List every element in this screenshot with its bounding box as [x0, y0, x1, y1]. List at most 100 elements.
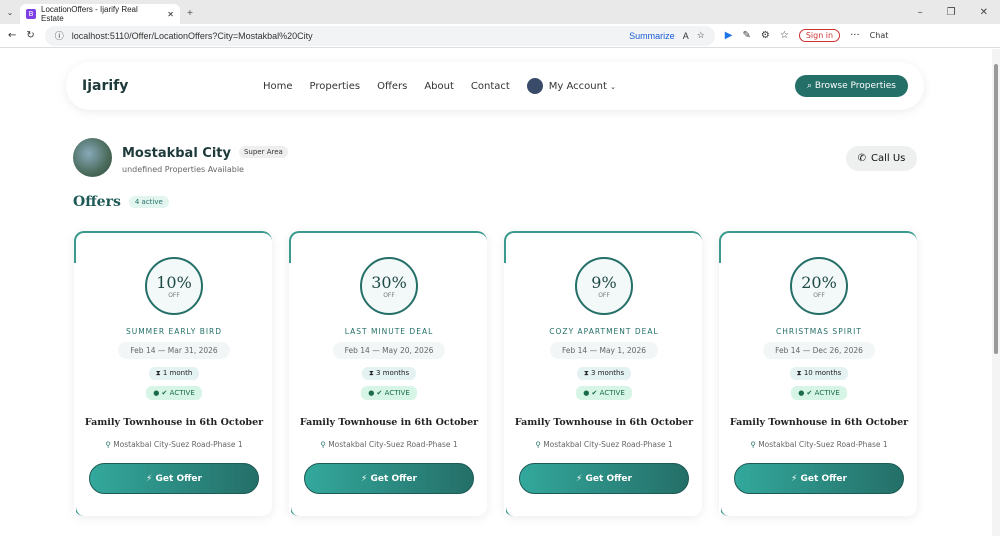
puzzle-icon[interactable]: ⚙	[761, 30, 770, 41]
map-pin-icon: ⚲	[105, 440, 111, 449]
browser-tab[interactable]: B LocationOffers - Ijarify Real Estate ✕	[20, 4, 180, 24]
properties-count: undefined Properties Available	[122, 164, 244, 174]
location-text: Mostakbal City-Suez Road-Phase 1	[113, 440, 243, 449]
nav-contact[interactable]: Contact	[471, 81, 510, 92]
active-count-badge: 4 active	[128, 196, 169, 208]
property-title[interactable]: Family Townhouse in 6th October	[291, 417, 487, 428]
duration-text: 1 month	[162, 369, 193, 377]
property-location: ⚲ Mostakbal City-Suez Road-Phase 1	[721, 440, 917, 449]
favorites-icon[interactable]: ☆	[780, 30, 789, 41]
close-tab-icon[interactable]: ✕	[167, 10, 174, 19]
restore-icon[interactable]: ❐	[947, 7, 956, 18]
property-location: ⚲ Mostakbal City-Suez Road-Phase 1	[506, 440, 702, 449]
favicon-icon: B	[26, 9, 36, 19]
call-us-button[interactable]: ✆ Call Us	[846, 146, 917, 171]
back-icon[interactable]: ←	[8, 30, 16, 41]
nav-about[interactable]: About	[424, 81, 454, 92]
nav-home[interactable]: Home	[263, 81, 293, 92]
discount-percent: 20%	[801, 273, 837, 292]
off-label: OFF	[383, 292, 395, 299]
scrollbar[interactable]	[992, 49, 1000, 536]
lightning-icon: ⚡	[791, 474, 798, 484]
nav-properties[interactable]: Properties	[310, 81, 361, 92]
get-offer-button[interactable]: ⚡ Get Offer	[304, 463, 474, 494]
phone-icon: ✆	[857, 153, 866, 164]
pen-icon[interactable]: ✎	[742, 30, 750, 41]
status-text: ACTIVE	[599, 389, 625, 397]
off-label: OFF	[598, 292, 610, 299]
status-badge: ● ✔ ACTIVE	[576, 386, 632, 400]
get-offer-button[interactable]: ⚡ Get Offer	[519, 463, 689, 494]
url-text[interactable]: localhost:5110/Offer/LocationOffers?City…	[72, 31, 621, 41]
status-text: ACTIVE	[169, 389, 195, 397]
get-offer-label: Get Offer	[800, 474, 847, 484]
chevron-down-icon: ⌄	[610, 83, 616, 91]
my-account-menu[interactable]: My Account ⌄	[526, 78, 616, 94]
discount-circle: 10% OFF	[145, 257, 203, 315]
discount-circle: 20% OFF	[790, 257, 848, 315]
offer-name: LAST MINUTE DEAL	[344, 327, 434, 336]
refresh-icon[interactable]: ↻	[26, 30, 34, 41]
duration-badge: ⧗ 3 months	[576, 367, 632, 380]
minimize-icon[interactable]: –	[918, 7, 923, 18]
location-text: Mostakbal City-Suez Road-Phase 1	[543, 440, 673, 449]
check-circle-icon: ● ✔	[153, 389, 168, 397]
new-tab-icon[interactable]: +	[180, 8, 200, 17]
copilot-chat-button[interactable]: Chat	[870, 31, 889, 40]
scrollbar-thumb[interactable]	[994, 64, 998, 354]
status-text: ACTIVE	[814, 389, 840, 397]
duration-badge: ⧗ 1 month	[148, 367, 200, 380]
map-pin-icon: ⚲	[320, 440, 326, 449]
offer-dates: Feb 14 — Mar 31, 2026	[118, 342, 230, 359]
browse-properties-button[interactable]: ⌕ Browse Properties	[794, 75, 908, 97]
check-circle-icon: ● ✔	[798, 389, 813, 397]
favorite-star-icon[interactable]: ☆	[697, 30, 705, 41]
map-pin-icon: ⚲	[535, 440, 541, 449]
status-text: ACTIVE	[384, 389, 410, 397]
location-text: Mostakbal City-Suez Road-Phase 1	[758, 440, 888, 449]
site-navbar: Ijarify Home Properties Offers About Con…	[66, 62, 924, 110]
get-offer-button[interactable]: ⚡ Get Offer	[734, 463, 904, 494]
lightning-icon: ⚡	[146, 474, 153, 484]
summarize-button[interactable]: Summarize	[629, 31, 675, 41]
discount-circle: 30% OFF	[360, 257, 418, 315]
property-title[interactable]: Family Townhouse in 6th October	[721, 417, 917, 428]
offer-card: 30% OFF LAST MINUTE DEAL Feb 14 — May 20,…	[289, 231, 487, 516]
offer-name: SUMMER EARLY BIRD	[125, 327, 223, 336]
property-title[interactable]: Family Townhouse in 6th October	[506, 417, 702, 428]
extension-icon[interactable]: ▶	[725, 30, 733, 41]
read-aloud-icon[interactable]: A	[683, 31, 689, 41]
duration-text: 10 months	[803, 369, 842, 377]
city-name: Mostakbal City	[122, 145, 231, 161]
get-offer-button[interactable]: ⚡ Get Offer	[89, 463, 259, 494]
area-badge: Super Area	[238, 146, 288, 158]
get-offer-label: Get Offer	[370, 474, 417, 484]
offer-dates: Feb 14 — Dec 26, 2026	[763, 342, 875, 359]
close-window-icon[interactable]: ✕	[980, 7, 988, 18]
duration-text: 3 months	[376, 369, 410, 377]
city-header: Mostakbal City Super Area undefined Prope…	[73, 138, 288, 177]
address-bar-row: ← ↻ ⓘ localhost:5110/Offer/LocationOffer…	[0, 24, 1000, 48]
lightning-icon: ⚡	[576, 474, 583, 484]
offer-dates: Feb 14 — May 1, 2026	[550, 342, 658, 359]
avatar	[526, 78, 543, 94]
site-logo[interactable]: Ijarify	[82, 78, 128, 94]
discount-percent: 10%	[156, 273, 192, 292]
off-label: OFF	[813, 292, 825, 299]
url-field[interactable]: ⓘ localhost:5110/Offer/LocationOffers?Ci…	[44, 25, 715, 46]
tab-list-icon[interactable]: ⌄	[0, 8, 20, 17]
browser-tab-bar: ⌄ B LocationOffers - Ijarify Real Estate…	[0, 0, 1000, 24]
discount-circle: 9% OFF	[575, 257, 633, 315]
offer-card: 9% OFF COZY APARTMENT DEAL Feb 14 — May 1…	[504, 231, 702, 516]
lightning-icon: ⚡	[361, 474, 368, 484]
nav-offers[interactable]: Offers	[377, 81, 407, 92]
offer-card: 10% OFF SUMMER EARLY BIRD Feb 14 — Mar 31…	[74, 231, 272, 516]
sign-in-button[interactable]: Sign in	[798, 29, 841, 42]
duration-badge: ⧗ 10 months	[789, 367, 849, 380]
call-label: Call Us	[871, 153, 906, 164]
more-icon[interactable]: ···	[850, 30, 860, 41]
tab-title: LocationOffers - Ijarify Real Estate	[41, 5, 138, 23]
account-label: My Account	[548, 81, 607, 92]
property-title[interactable]: Family Townhouse in 6th October	[76, 417, 272, 428]
status-badge: ● ✔ ACTIVE	[146, 386, 202, 400]
